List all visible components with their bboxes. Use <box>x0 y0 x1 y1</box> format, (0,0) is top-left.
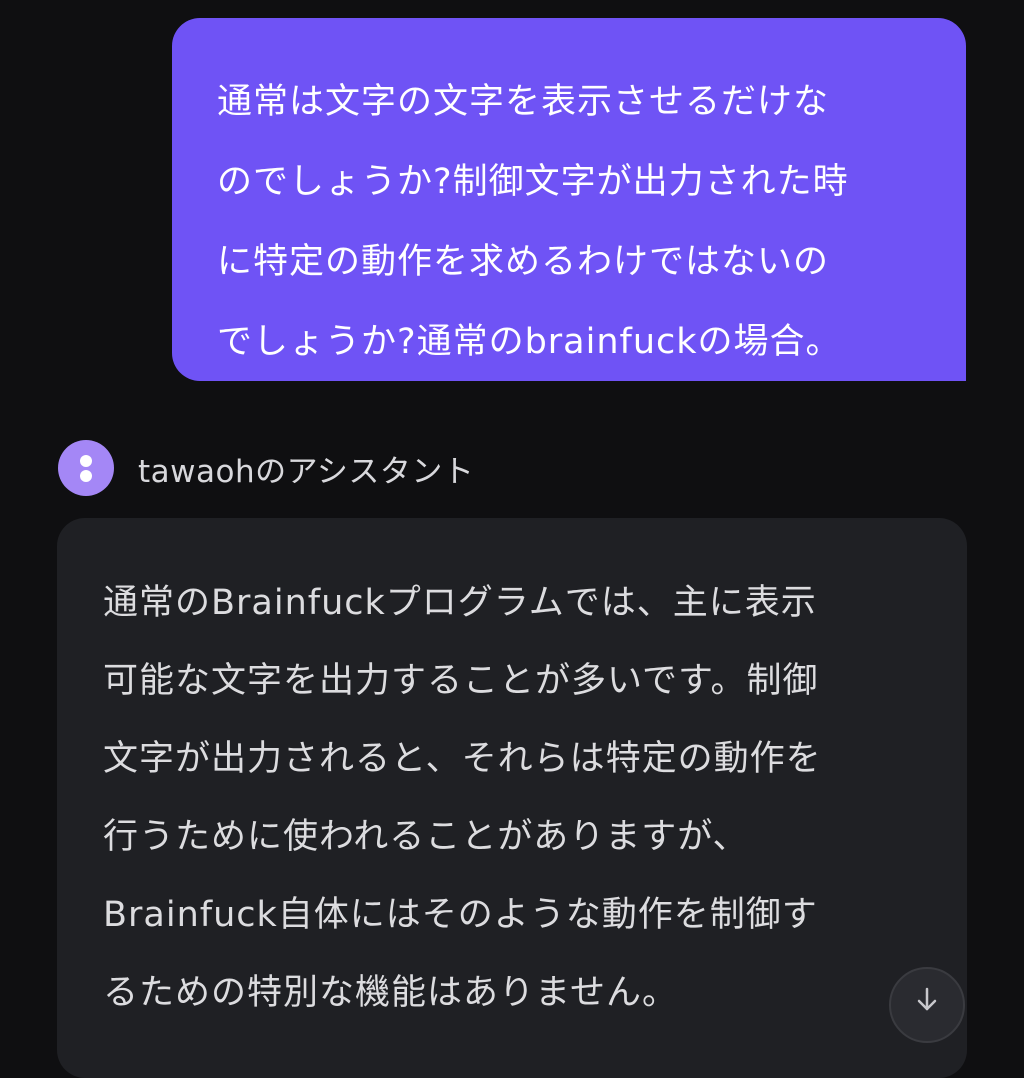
bot-avatar-icon <box>58 440 114 496</box>
arrow-down-icon <box>917 987 937 1011</box>
assistant-name: tawaohのアシスタント <box>138 453 475 490</box>
user-message-bubble: 通常は文字の文字を表示させるだけな のでしょうか?制御文字が出力された時 に特定… <box>172 18 966 381</box>
user-message-text: 通常は文字の文字を表示させるだけな のでしょうか?制御文字が出力された時 に特定… <box>217 82 849 362</box>
avatar-dot-bottom <box>80 470 92 482</box>
assistant-message-bubble: 通常のBrainfuckプログラムでは、主に表示 可能な文字を出力することが多い… <box>57 518 967 1078</box>
assistant-header: tawaohのアシスタント <box>58 440 474 496</box>
avatar-dot-top <box>80 455 92 467</box>
scroll-to-bottom-button[interactable] <box>889 967 965 1043</box>
assistant-message-text: 通常のBrainfuckプログラムでは、主に表示 可能な文字を出力することが多い… <box>103 583 822 1013</box>
